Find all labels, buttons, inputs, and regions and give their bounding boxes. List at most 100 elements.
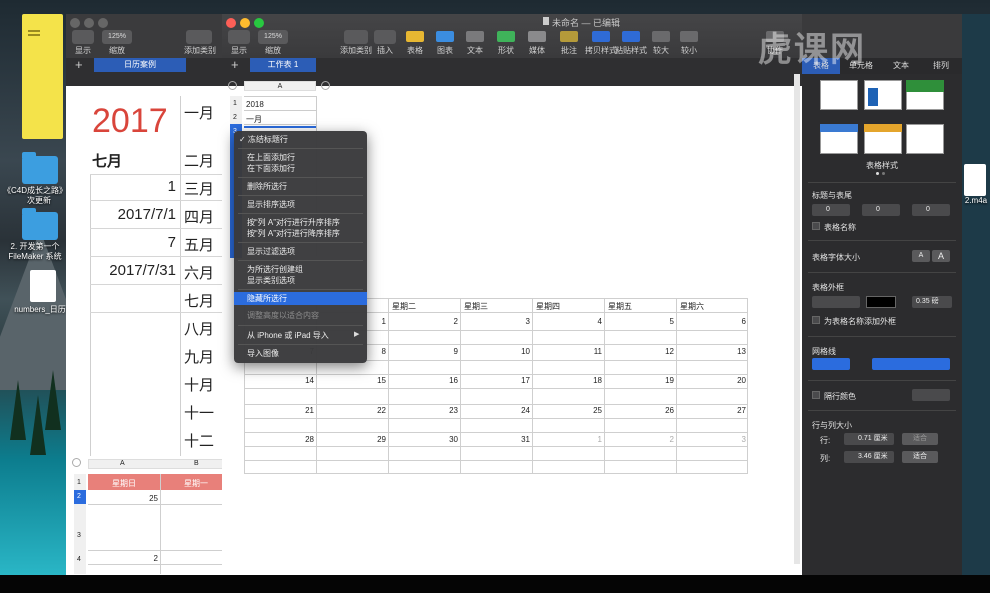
close-button[interactable]	[226, 18, 236, 28]
add-category-button[interactable]	[344, 30, 368, 44]
menu-item-fit-height[interactable]: 调整高度以适合内容	[234, 309, 367, 322]
date-cell[interactable]: 23	[390, 406, 458, 415]
col-width-field[interactable]: 3.46 厘米	[844, 451, 894, 463]
zoom-select[interactable]: 125%	[258, 30, 288, 44]
date-cell[interactable]: 15	[318, 376, 386, 385]
page-dot[interactable]	[882, 172, 885, 175]
add-category-button[interactable]	[186, 30, 212, 44]
date-cell[interactable]: 9	[390, 347, 458, 356]
month-cell[interactable]: 五月	[184, 234, 214, 255]
tab-calendar-case[interactable]: 日历案例	[94, 58, 186, 72]
outline-width-field[interactable]: 0.35 磅	[912, 296, 952, 308]
menu-item-filter-options[interactable]: 显示过滤选项	[234, 245, 367, 258]
bigger-icon[interactable]	[652, 31, 670, 42]
document-icon[interactable]	[30, 270, 56, 302]
copy-style-icon[interactable]	[592, 31, 610, 42]
header-rows-field[interactable]: 0	[812, 204, 850, 216]
text-icon[interactable]	[466, 31, 484, 42]
column-header[interactable]: A	[120, 460, 125, 467]
add-sheet-icon[interactable]: +	[231, 57, 239, 72]
menu-item-delete-rows[interactable]: 删除所选行	[234, 180, 367, 193]
shape-icon[interactable]	[497, 31, 515, 42]
date-cell[interactable]: 25	[534, 406, 602, 415]
column-header[interactable]: B	[194, 460, 199, 467]
alternating-color-well[interactable]	[912, 389, 950, 401]
date-cell[interactable]: 16	[390, 376, 458, 385]
add-column-icon[interactable]	[321, 81, 330, 90]
date-cell[interactable]: 24	[462, 406, 530, 415]
date-cell[interactable]: 6	[678, 317, 746, 326]
zoom-button[interactable]	[254, 18, 264, 28]
gridlines-toggle[interactable]	[872, 358, 950, 370]
add-sheet-icon[interactable]: +	[75, 57, 83, 72]
day-header[interactable]: 星期三	[464, 301, 488, 312]
folder-icon[interactable]	[22, 152, 58, 184]
date-cell[interactable]: 13	[678, 347, 746, 356]
header-cols-field[interactable]: 0	[862, 204, 900, 216]
month-cell[interactable]: 二月	[184, 150, 214, 171]
footer-rows-field[interactable]: 0	[912, 204, 950, 216]
date-cell[interactable]: 4	[534, 317, 602, 326]
minimize-button[interactable]	[240, 18, 250, 28]
month-cell[interactable]: 八月	[184, 318, 214, 339]
row-height-field[interactable]: 0.71 厘米	[844, 433, 894, 445]
date-cell[interactable]: 11	[534, 347, 602, 356]
date-cell[interactable]: 14	[246, 376, 314, 385]
date-cell[interactable]: 5	[606, 317, 674, 326]
date-cell[interactable]: 20	[678, 376, 746, 385]
date-cell[interactable]: 29	[318, 435, 386, 444]
date-cell[interactable]: 2	[606, 435, 674, 444]
table-style-thumb[interactable]	[906, 124, 944, 154]
day-header[interactable]: 星期五	[608, 301, 632, 312]
day-header[interactable]: 星期日	[112, 478, 136, 489]
chart-icon[interactable]	[436, 31, 454, 42]
month-cell[interactable]: 一月	[184, 102, 214, 123]
cell[interactable]: 2	[126, 554, 158, 563]
menu-item-hide-rows[interactable]: 隐藏所选行	[234, 292, 367, 305]
date-cell[interactable]: 2	[390, 317, 458, 326]
table-style-thumb[interactable]	[820, 80, 858, 110]
gridlines-toggle[interactable]	[812, 358, 850, 370]
date-cell[interactable]: 22	[318, 406, 386, 415]
insert-button[interactable]	[374, 30, 396, 44]
table-handle-icon[interactable]	[228, 81, 237, 90]
month-cell[interactable]: 七月	[184, 290, 214, 311]
date-cell[interactable]: 21	[246, 406, 314, 415]
cell[interactable]: 25	[126, 494, 158, 503]
column-header[interactable]: A	[244, 81, 316, 91]
font-larger-button[interactable]: A	[932, 250, 950, 262]
month-cell[interactable]: 十二	[184, 430, 214, 451]
date-cell[interactable]: 30	[390, 435, 458, 444]
date-cell[interactable]: 3	[678, 435, 746, 444]
outline-title-checkbox[interactable]	[812, 316, 820, 324]
page-dot[interactable]	[876, 172, 879, 175]
menu-item-import-from-device[interactable]: 从 iPhone 或 iPad 导入	[234, 329, 367, 342]
menu-item-sort-descending[interactable]: 按“列 A”对行进行降序排序	[234, 227, 367, 240]
tab-text[interactable]: 文本	[882, 58, 920, 74]
outline-style-select[interactable]	[812, 296, 860, 308]
folder-icon[interactable]	[22, 208, 58, 240]
zoom-button[interactable]	[98, 18, 108, 28]
day-header[interactable]: 星期六	[680, 301, 704, 312]
col-fit-button[interactable]: 适合	[902, 451, 938, 463]
view-button[interactable]	[228, 30, 250, 44]
row-fit-button[interactable]: 适合	[902, 433, 938, 445]
date-cell[interactable]: 12	[606, 347, 674, 356]
tab-sheet-1[interactable]: 工作表 1	[250, 58, 316, 72]
menu-item-import-image[interactable]: 导入图像	[234, 347, 367, 360]
menu-item-sort-options[interactable]: 显示排序选项	[234, 198, 367, 211]
menu-item-add-row-below[interactable]: 在下面添加行	[234, 162, 367, 175]
cell[interactable]: 7	[96, 234, 176, 251]
month-cell[interactable]: 三月	[184, 178, 214, 199]
paste-style-icon[interactable]	[622, 31, 640, 42]
date-cell[interactable]: 1	[534, 435, 602, 444]
day-header[interactable]: 星期四	[536, 301, 560, 312]
date-cell[interactable]: 17	[462, 376, 530, 385]
comment-icon[interactable]	[560, 31, 578, 42]
alternating-checkbox[interactable]	[812, 391, 820, 399]
date-cell[interactable]: 19	[606, 376, 674, 385]
view-button[interactable]	[72, 30, 94, 44]
month-cell[interactable]: 十一	[184, 402, 214, 423]
table-name-checkbox[interactable]	[812, 222, 820, 230]
audio-file-icon[interactable]	[964, 164, 986, 196]
